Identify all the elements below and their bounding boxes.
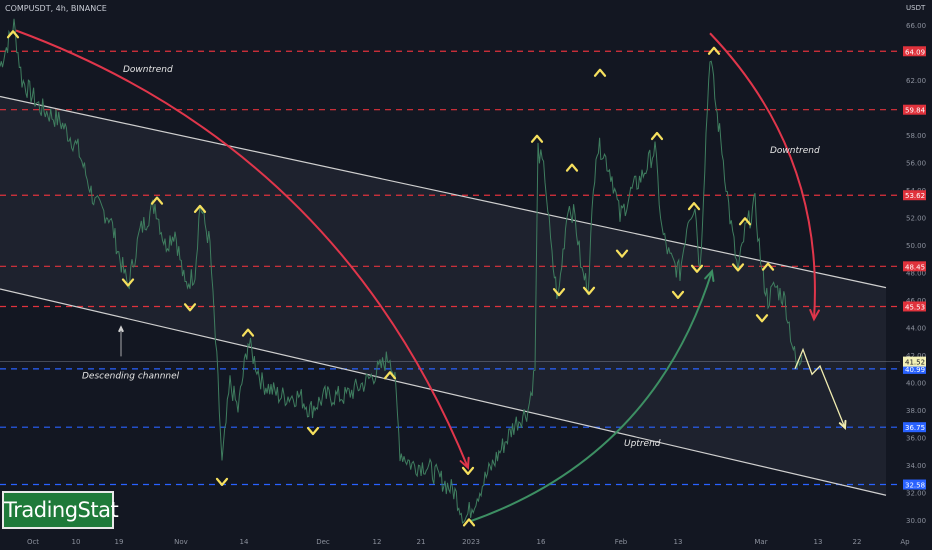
price-chart[interactable]: Downtrend Downtrend Descending channnel Upt…	[0, 0, 932, 550]
current-price-tag-label: 41.52	[905, 359, 925, 367]
y-tick-label: 62.00	[906, 77, 926, 85]
currency-label: USDT	[906, 4, 926, 12]
price-level-tag-label: 59.84	[905, 107, 926, 115]
x-tick-label: 19	[115, 538, 124, 546]
x-tick-label: 10	[72, 538, 81, 546]
uptrend-label: Uptrend	[624, 439, 661, 449]
y-tick-label: 66.00	[906, 22, 926, 30]
x-tick-label: 13	[814, 538, 823, 546]
y-tick-label: 58.00	[906, 132, 926, 140]
chart-area[interactable]: Downtrend Downtrend Descending channnel Upt…	[0, 0, 932, 550]
y-tick-label: 52.00	[906, 215, 926, 223]
price-level-tag-label: 45.53	[905, 303, 925, 311]
price-level-tag-label: 36.75	[905, 424, 925, 432]
y-tick-label: 56.00	[906, 160, 926, 168]
y-tick-label: 44.00	[906, 325, 926, 333]
y-tick-label: 50.00	[906, 242, 926, 250]
y-tick-label: 40.00	[906, 380, 926, 388]
x-tick-label: Mar	[754, 538, 767, 546]
y-tick-label: 30.00	[906, 517, 926, 525]
price-level-tag-label: 40.99	[905, 366, 925, 374]
price-level-tag-label: 32.58	[905, 482, 925, 490]
price-level-tag-label: 64.09	[905, 48, 925, 56]
x-tick-label: Dec	[316, 538, 330, 546]
x-tick-label: 21	[417, 538, 426, 546]
symbol-label: COMPUSDT, 4h, BINANCE	[5, 4, 107, 13]
x-tick-label: Nov	[174, 538, 188, 546]
x-tick-label: 2023	[462, 538, 480, 546]
x-tick-label: 12	[373, 538, 382, 546]
x-tick-label: Ap	[900, 538, 910, 546]
x-tick-label: 13	[674, 538, 683, 546]
downtrend-label-left: Downtrend	[123, 65, 173, 75]
x-tick-label: Feb	[615, 538, 628, 546]
y-tick-label: 38.00	[906, 407, 926, 415]
x-tick-label: Oct	[27, 538, 39, 546]
y-tick-label: 34.00	[906, 462, 926, 470]
y-tick-label: 36.00	[906, 435, 926, 443]
downtrend-label-right: Downtrend	[770, 146, 820, 156]
descending-channel-label: Descending channnel	[82, 371, 180, 381]
y-tick-label: 32.00	[906, 490, 926, 498]
x-tick-label: 22	[853, 538, 862, 546]
brand-logo: TradingStat	[2, 491, 119, 529]
price-level-tag-label: 53.62	[905, 192, 925, 200]
x-tick-label: 14	[240, 538, 249, 546]
price-level-tag-label: 48.45	[905, 263, 925, 271]
x-tick-label: 16	[537, 538, 546, 546]
